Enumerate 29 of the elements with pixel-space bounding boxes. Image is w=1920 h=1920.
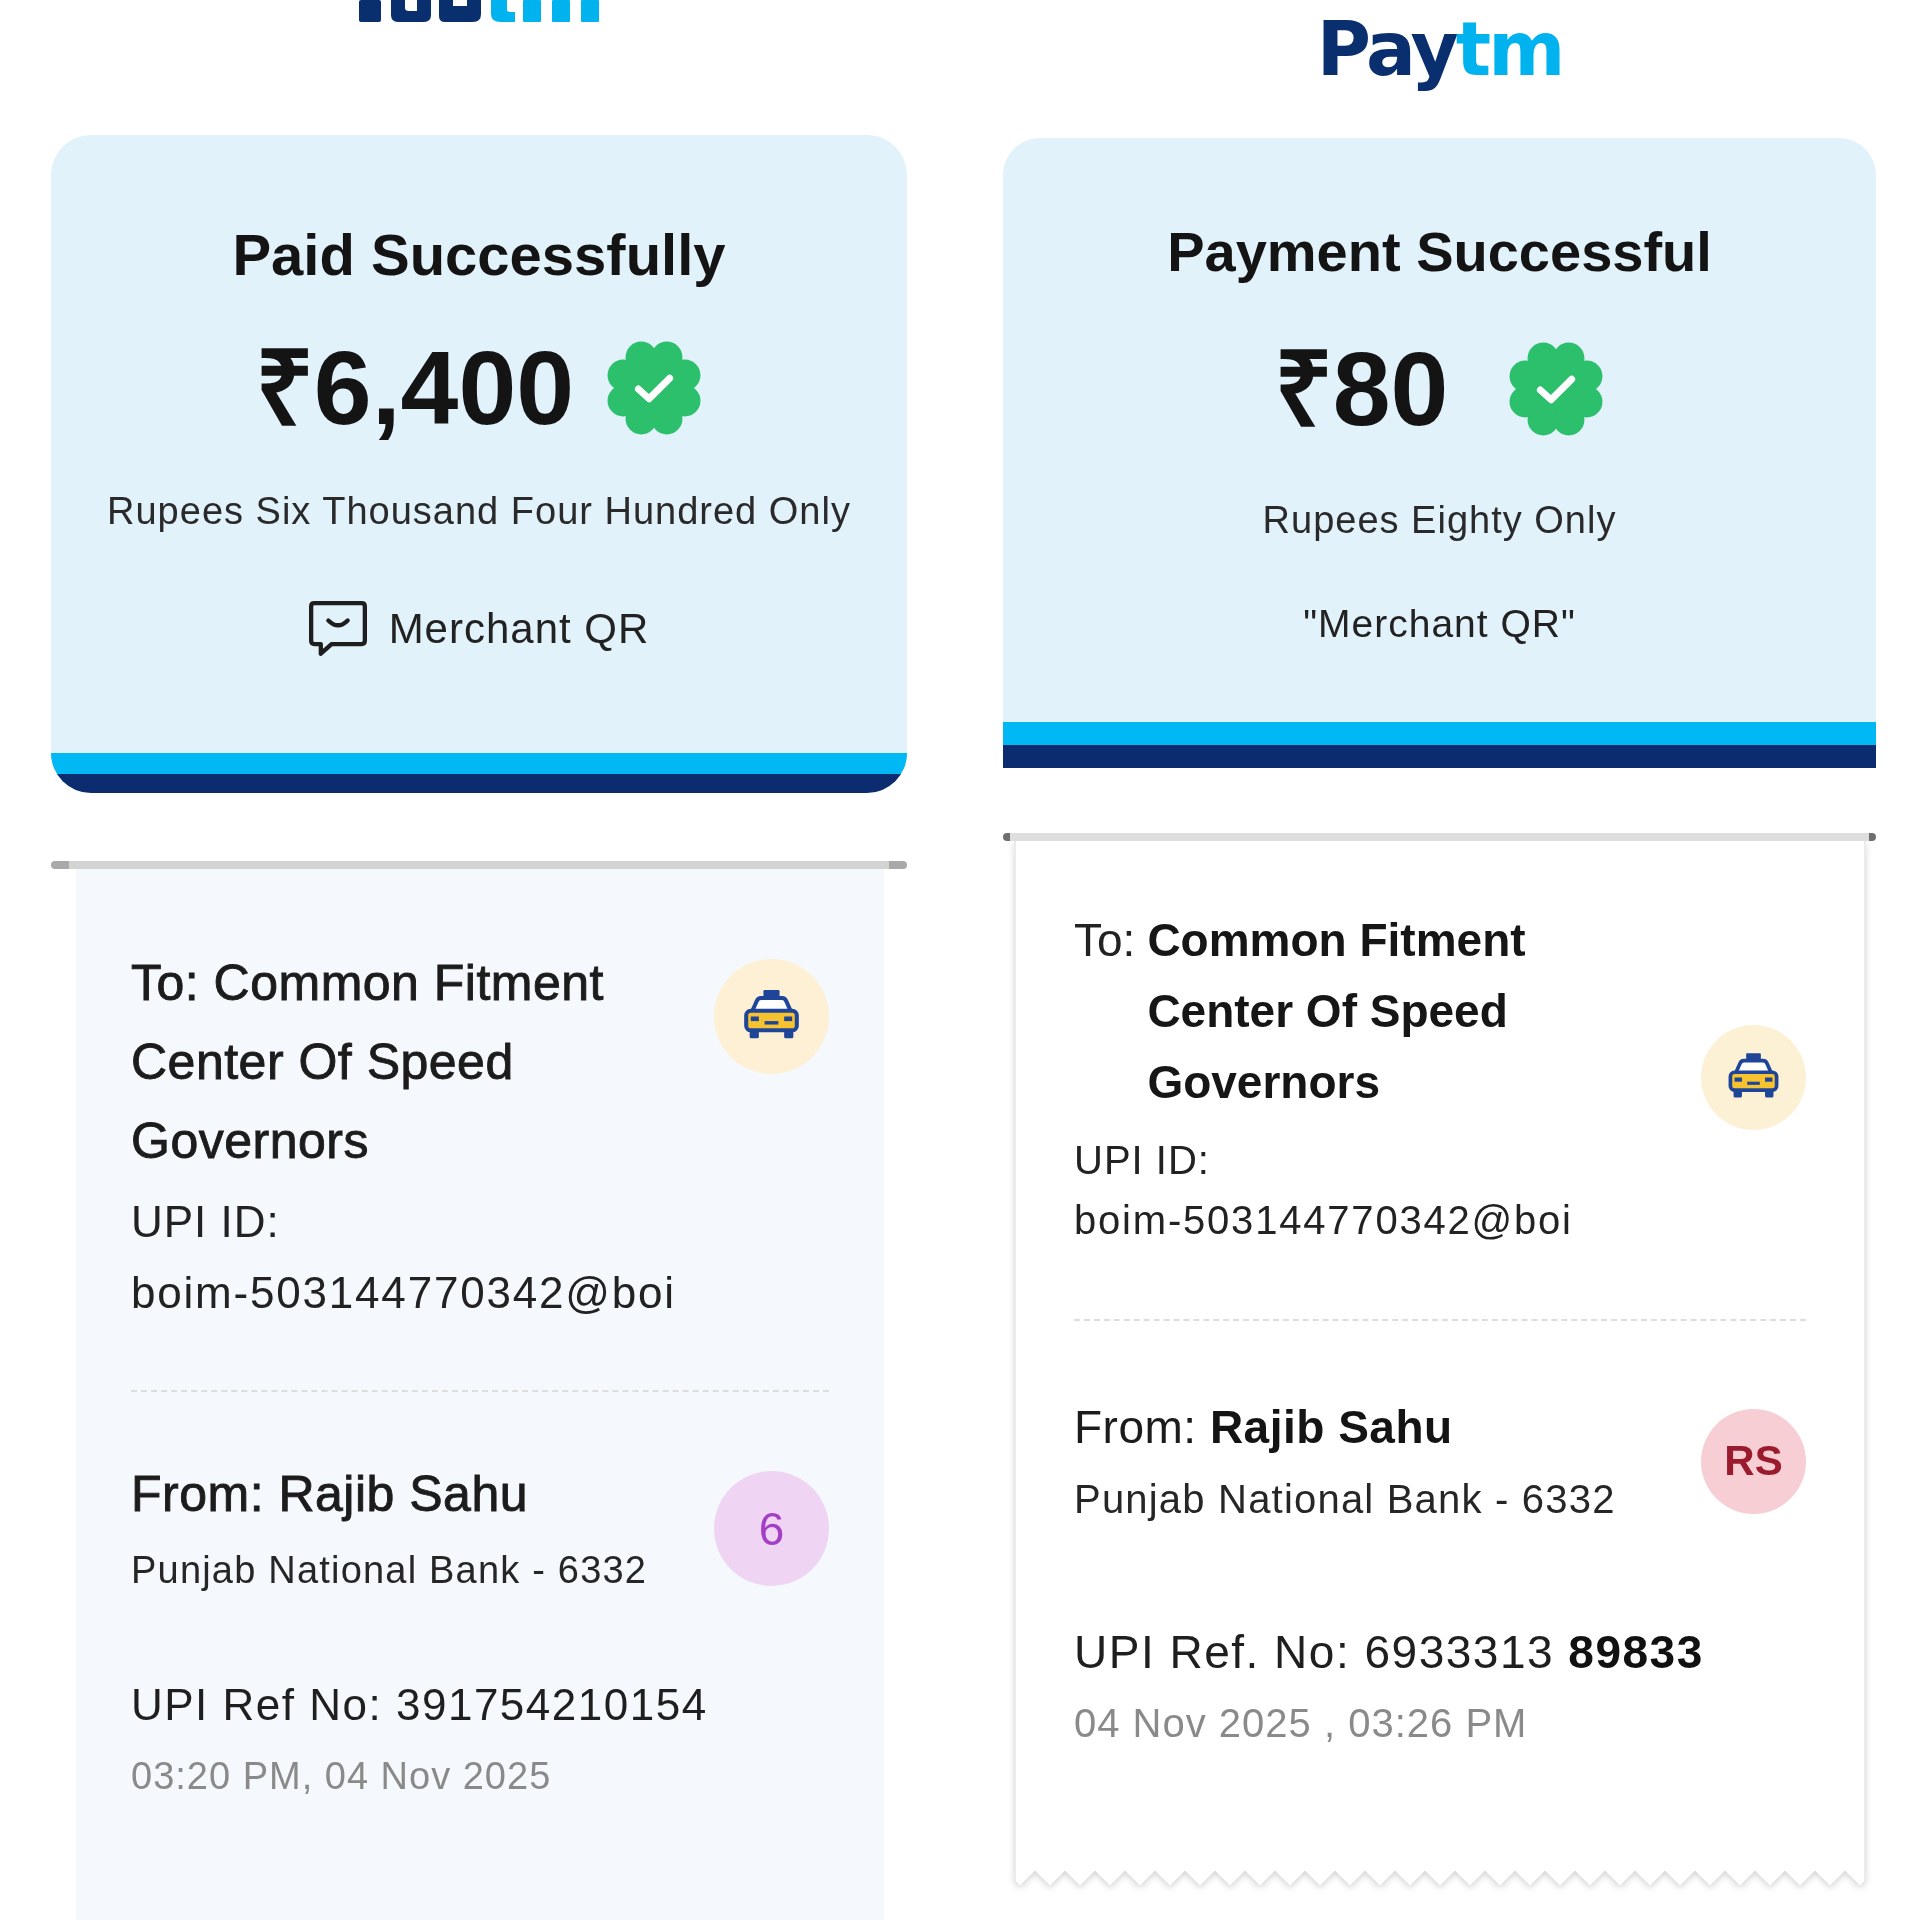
upi-id-value: boim-503144770342@boi — [1074, 1197, 1574, 1244]
upi-id-value: boim-503144770342@boi — [131, 1267, 677, 1319]
payment-note: Merchant QR — [388, 603, 650, 654]
status-title: Payment Successful — [1167, 219, 1712, 285]
transaction-time: 03:20 PM, 04 Nov 2025 — [131, 1754, 553, 1799]
upi-id-label: UPI ID: — [131, 1196, 281, 1248]
recipient-label: To: — [1074, 913, 1136, 968]
upi-reference: UPI Ref. No: 6933313 89833 — [1074, 1625, 1705, 1680]
taxi-icon — [1701, 1025, 1806, 1130]
bank-account: Punjab National Bank - 6332 — [131, 1548, 648, 1593]
transaction-time: 04 Nov 2025 , 03:26 PM — [1074, 1700, 1529, 1747]
sender-avatar: 6 — [714, 1471, 829, 1586]
amount: ₹80 — [1273, 337, 1449, 442]
amount-in-words: Rupees Eighty Only — [1262, 498, 1617, 544]
sender-name: From: Rajib Sahu — [1074, 1400, 1454, 1455]
recipient-name: Common Fitment Center Of Speed Governors — [1147, 913, 1527, 1110]
logo-text: Paytm — [1316, 5, 1563, 94]
sender-name: From: Rajib Sahu — [131, 1465, 530, 1524]
upi-reference: UPI Ref No: 391754210154 — [131, 1679, 709, 1731]
recipient-name: To: Common Fitment Center Of Speed Governors — [131, 954, 605, 1171]
amount-in-words: Rupees Six Thousand Four Hundred Only — [107, 488, 851, 534]
taxi-icon — [714, 959, 829, 1074]
bank-account: Punjab National Bank - 6332 — [1074, 1476, 1616, 1523]
payment-note: "Merchant QR" — [1303, 600, 1576, 647]
amount: ₹6,400 — [254, 335, 575, 440]
upi-id-label: UPI ID: — [1074, 1137, 1211, 1184]
chat-bubble-icon — [308, 601, 367, 657]
status-title: Paid Successfully — [232, 221, 726, 289]
sender-avatar: RS — [1701, 1408, 1806, 1514]
